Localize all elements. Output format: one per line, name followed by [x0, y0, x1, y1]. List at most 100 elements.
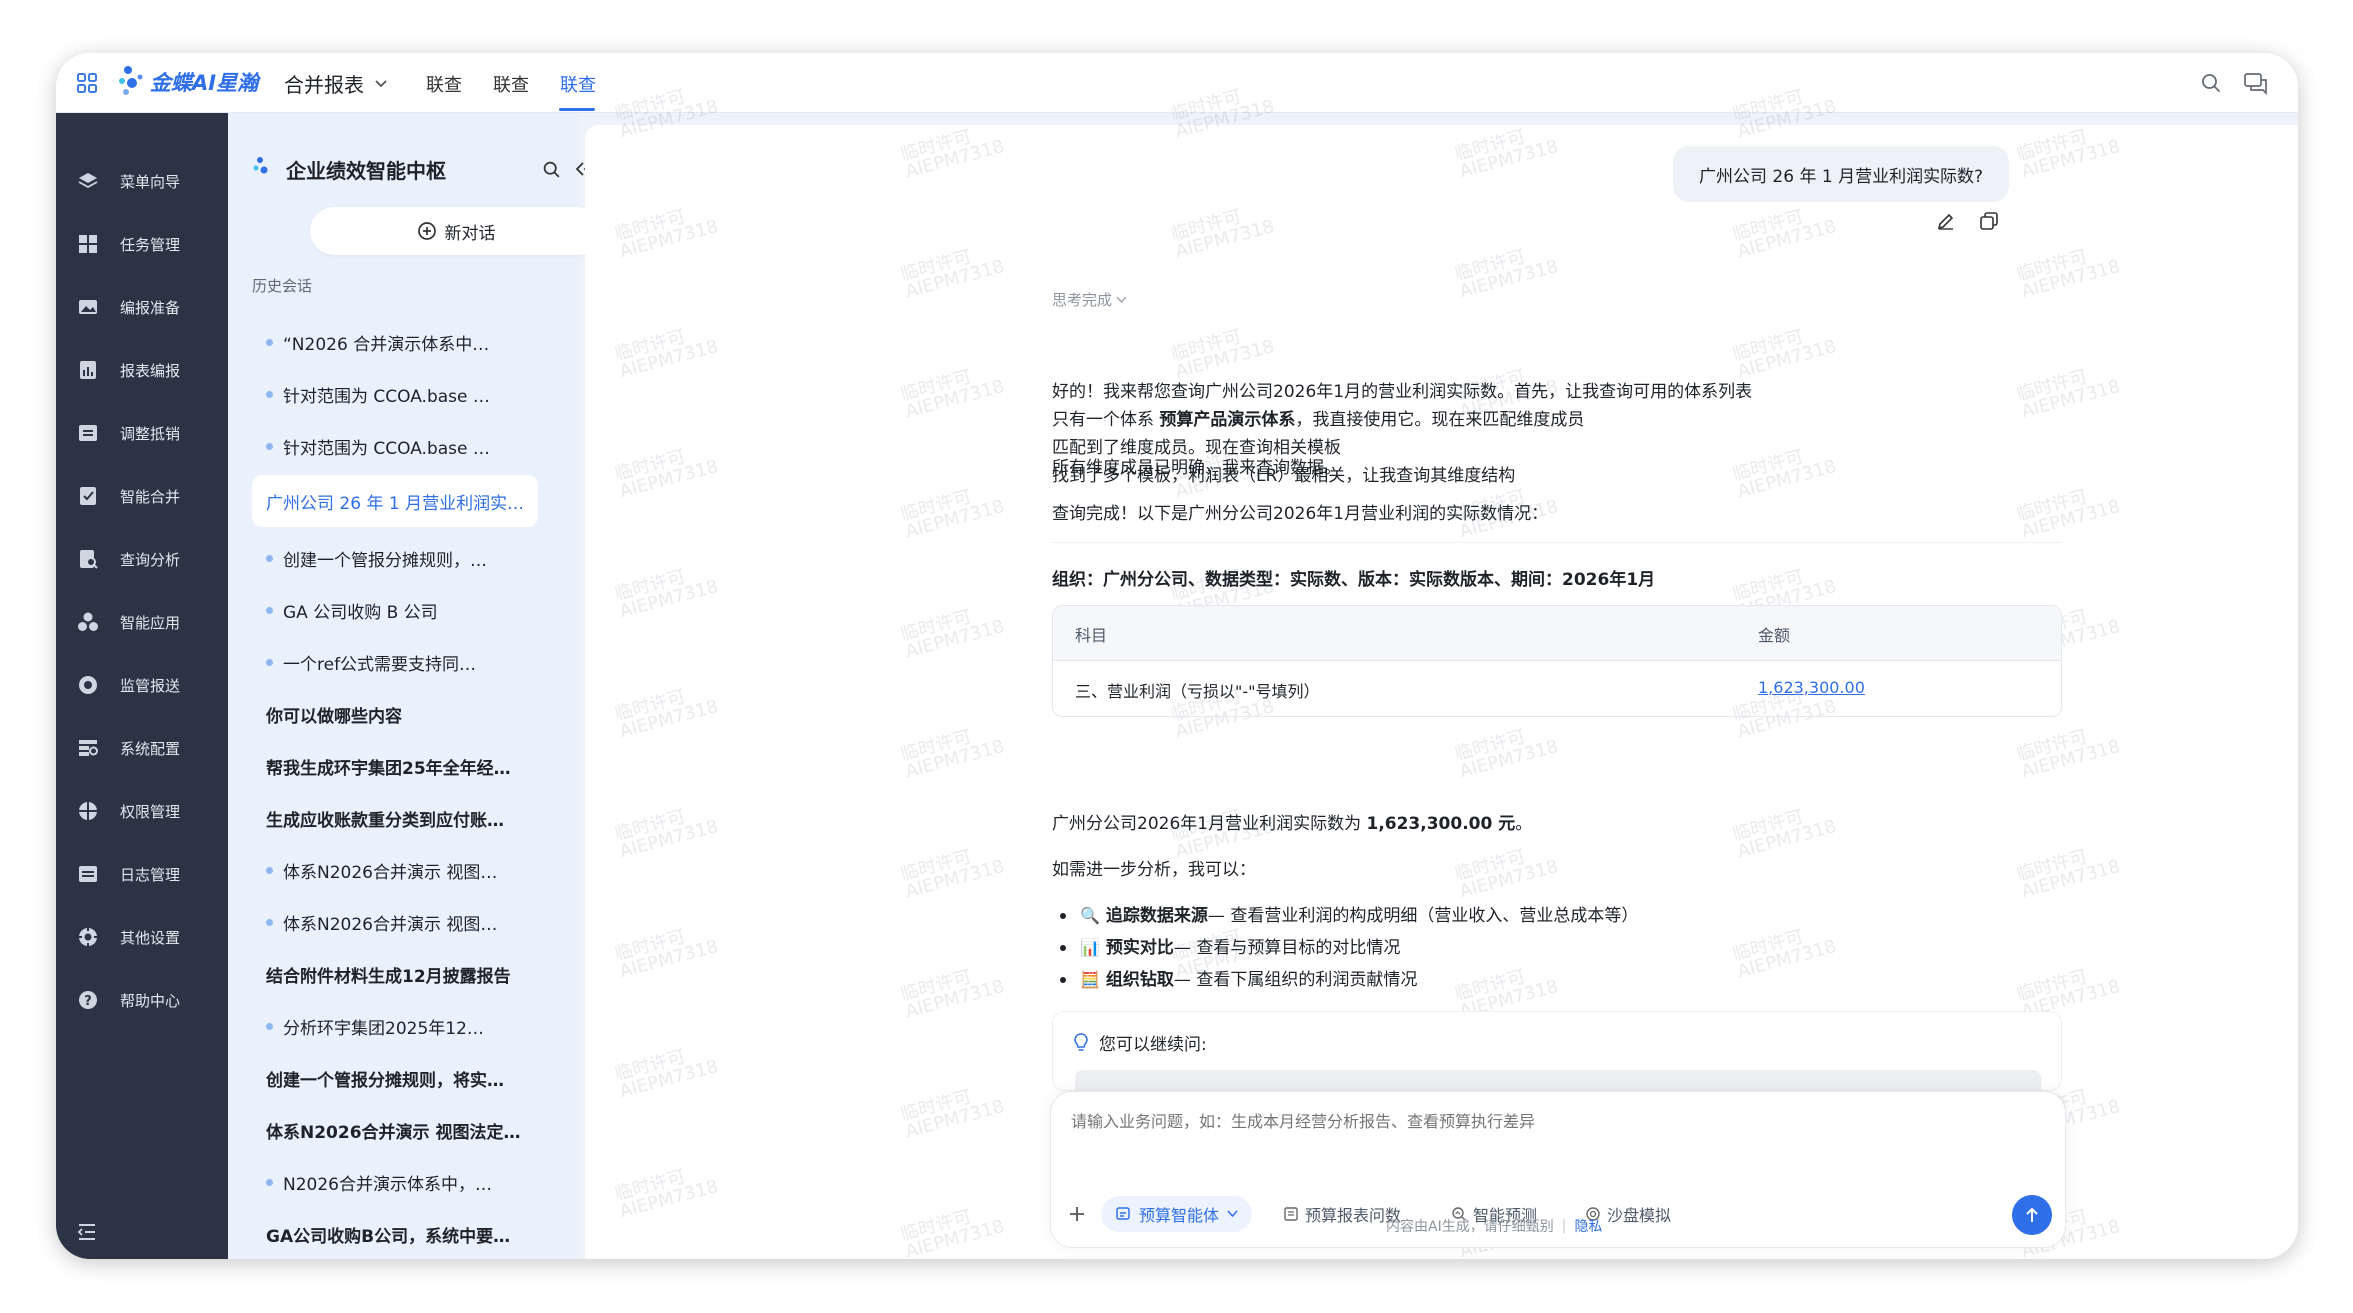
- tool-report-query[interactable]: 预算报表问数: [1283, 1202, 1401, 1226]
- history-item[interactable]: 一个ref公式需要支持同…: [252, 639, 542, 685]
- nav-item-label: 系统配置: [120, 739, 181, 758]
- privacy-link[interactable]: 隐私: [1574, 1216, 1602, 1236]
- history-item-text: 针对范围为 CCOA.base …: [283, 386, 490, 407]
- section-divider: [1052, 542, 2062, 543]
- history-item[interactable]: “N2026 合并演示体系中…: [252, 319, 542, 365]
- suggestion-item: 📊 预实对比 — 查看与预算目标的对比情况: [1052, 934, 1400, 962]
- nav-item-logs[interactable]: 日志管理: [56, 844, 228, 904]
- nav-item-smart-merge[interactable]: 智能合并: [56, 466, 228, 526]
- apps-icon: [76, 610, 100, 634]
- suggestion-desc: — 查看与预算目标的对比情况: [1173, 938, 1401, 958]
- history-item[interactable]: 生成应收账款重分类到应付账…: [252, 795, 542, 841]
- result-table: 科目 金额 三、营业利润（亏损以"-"号填列） 1,623,300.00: [1052, 605, 2062, 717]
- nav-item-label: 智能合并: [120, 487, 181, 506]
- table-cell-amount-link[interactable]: 1,623,300.00: [1758, 678, 1865, 697]
- tab-query-3[interactable]: 联查: [560, 71, 596, 97]
- log-icon: [76, 862, 100, 886]
- history-item[interactable]: 体系N2026合并演示 视图…: [252, 847, 542, 893]
- suggestion-desc: — 查看营业利润的构成明细（营业收入、营业总成本等）: [1207, 906, 1639, 926]
- history-item[interactable]: GA 公司收购 B 公司: [252, 587, 542, 633]
- main-nav: 菜单向导 任务管理 编报准备 报表编报 调整抵销 智能合并 查询分析 智能应用: [56, 113, 228, 1259]
- grid-icon: [76, 232, 100, 256]
- nav-item-label: 调整抵销: [120, 424, 181, 443]
- bullet-dot: [1060, 945, 1066, 951]
- footer-divider: |: [1561, 1218, 1567, 1234]
- add-icon[interactable]: [1065, 1202, 1089, 1226]
- nav-item-label: 编报准备: [120, 298, 181, 317]
- history-item[interactable]: GA公司收购B公司，系统中要…: [252, 1211, 542, 1257]
- edit-icon[interactable]: [1934, 209, 1958, 233]
- members-clear-text: 所有维度成员已明确，我来查询数据。: [1052, 458, 1341, 478]
- table-cell-subject: 三、营业利润（亏损以"-"号填列）: [1075, 682, 1320, 701]
- active-tab-indicator: [559, 108, 595, 111]
- history-item-text: GA公司收购B公司，系统中要…: [266, 1226, 511, 1247]
- nav-item-menu-guide[interactable]: 菜单向导: [56, 151, 228, 211]
- module-label: 合并报表: [284, 73, 364, 97]
- suggestion-title: 组织钻取: [1105, 970, 1174, 990]
- nav-item-other-settings[interactable]: 其他设置: [56, 907, 228, 967]
- history-item[interactable]: 帮我生成环宇集团25年全年经…: [252, 743, 542, 789]
- tab-query-2[interactable]: 联查: [493, 71, 529, 97]
- history-item[interactable]: N2026合并演示体系中，…: [252, 1159, 542, 1205]
- history-item-text: 分析环宇集团2025年12…: [283, 1018, 484, 1039]
- nav-item-report-compile[interactable]: 报表编报: [56, 340, 228, 400]
- query-icon: [76, 547, 100, 571]
- nav-item-prep[interactable]: 编报准备: [56, 277, 228, 337]
- history-item[interactable]: 针对范围为 CCOA.base …: [252, 423, 542, 469]
- nav-item-permissions[interactable]: 权限管理: [56, 781, 228, 841]
- collapse-menu-icon[interactable]: [74, 1219, 100, 1245]
- history-item-text: 广州公司 26 年 1 月营业利润实…: [266, 493, 525, 514]
- image-icon: [76, 295, 100, 319]
- nav-item-smart-apps[interactable]: 智能应用: [56, 592, 228, 652]
- history-item-active[interactable]: 广州公司 26 年 1 月营业利润实…: [252, 475, 538, 527]
- nav-item-adjust[interactable]: 调整抵销: [56, 403, 228, 463]
- assistant-logo-icon: [252, 155, 272, 179]
- settings-icon: [76, 925, 100, 949]
- shield-icon: [76, 799, 100, 823]
- nav-item-regulatory[interactable]: 监管报送: [56, 655, 228, 715]
- send-button[interactable]: [2012, 1195, 2052, 1235]
- search-icon[interactable]: [2198, 70, 2224, 96]
- suggestion-emoji-icon: 🔍: [1080, 906, 1100, 925]
- history-item[interactable]: 创建一个管报分摊规则，…: [252, 535, 542, 581]
- copy-icon[interactable]: [1977, 209, 2001, 233]
- chat-input[interactable]: [1071, 1108, 2041, 1168]
- chevron-down-icon: [1116, 296, 1127, 304]
- agent-selector[interactable]: 预算智能体: [1101, 1196, 1253, 1232]
- app-grid-icon[interactable]: [74, 70, 100, 96]
- module-selector[interactable]: 合并报表: [284, 69, 388, 98]
- nav-item-query-analysis[interactable]: 查询分析: [56, 529, 228, 589]
- target-icon: [76, 673, 100, 697]
- reasoning-step-text: 只有一个体系: [1052, 410, 1160, 430]
- suggestion-item: 🧮 组织钻取 — 查看下属组织的利润贡献情况: [1052, 966, 1417, 994]
- suggestion-emoji-icon: 📊: [1080, 938, 1100, 957]
- history-item-text: 体系N2026合并演示 视图…: [283, 914, 498, 935]
- query-context: 组织：广州分公司、数据类型：实际数、版本：实际数版本、期间：2026年1月: [1052, 570, 1656, 590]
- brand-logo-icon: [116, 63, 146, 99]
- nav-item-label: 监管报送: [120, 676, 181, 695]
- new-chat-button[interactable]: 新对话: [310, 207, 602, 255]
- nav-item-task-management[interactable]: 任务管理: [56, 214, 228, 274]
- history-item[interactable]: 结合附件材料生成12月披露报告: [252, 951, 542, 997]
- history-item[interactable]: 针对范围为 CCOA.base …: [252, 371, 542, 417]
- history-item[interactable]: 体系N2026合并演示 视图…: [252, 899, 542, 945]
- lightbulb-icon: [1073, 1032, 1089, 1053]
- nav-item-help[interactable]: ? 帮助中心: [56, 970, 228, 1030]
- tab-query-1[interactable]: 联查: [426, 71, 462, 97]
- history-item[interactable]: 创建一个管报分摊规则，将实…: [252, 1055, 542, 1101]
- followup-suggestion[interactable]: [1075, 1070, 2041, 1090]
- suggestion-title: 预实对比: [1105, 938, 1174, 958]
- history-item-text: 生成应收账款重分类到应付账…: [266, 810, 504, 831]
- search-icon[interactable]: [540, 158, 562, 180]
- followup-header: 您可以继续问:: [1073, 1030, 1207, 1055]
- nav-item-system-config[interactable]: 系统配置: [56, 718, 228, 778]
- history-item[interactable]: 分析环宇集团2025年12…: [252, 1003, 542, 1049]
- history-item[interactable]: 体系N2026合并演示 视图法定…: [252, 1107, 542, 1153]
- nav-item-label: 日志管理: [120, 865, 181, 884]
- nav-item-label: 查询分析: [120, 550, 181, 569]
- history-item[interactable]: 你可以做哪些内容: [252, 691, 542, 737]
- messages-icon[interactable]: [2242, 69, 2270, 97]
- history-item-text: 针对范围为 CCOA.base …: [283, 438, 490, 459]
- table-header-row: [1053, 606, 2061, 661]
- thinking-status[interactable]: 思考完成: [1052, 289, 1127, 310]
